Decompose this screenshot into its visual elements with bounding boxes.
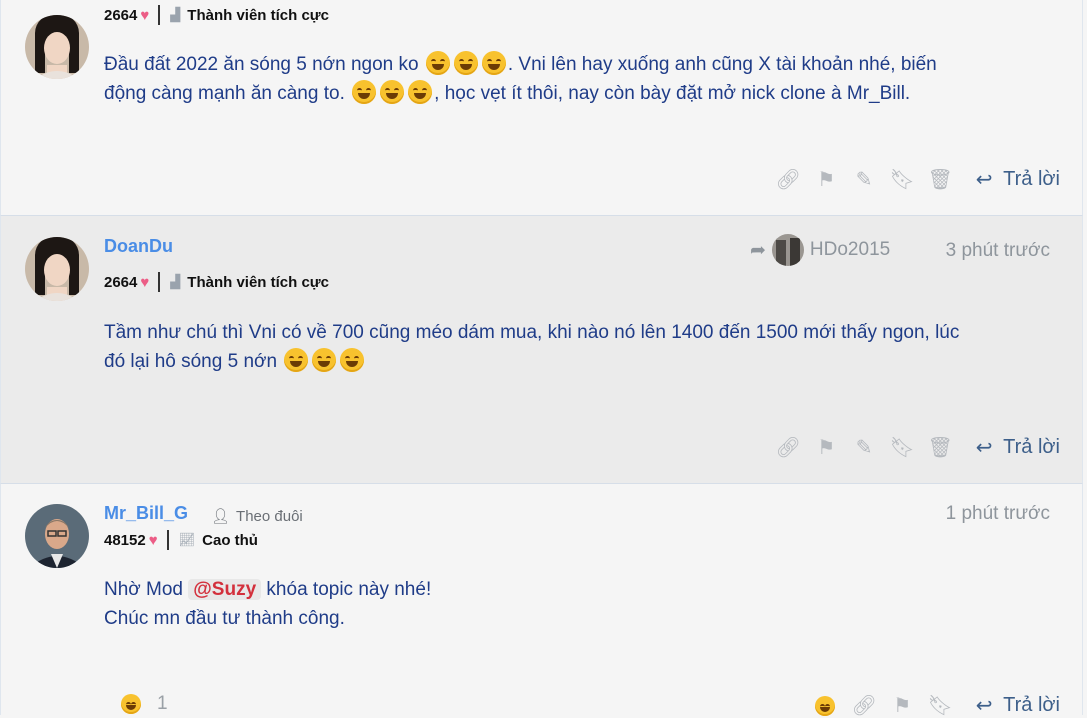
divider (158, 5, 161, 25)
bookmark-icon[interactable]: 🔖︎ (889, 169, 914, 191)
username[interactable]: Mr_Bill_G (104, 503, 188, 524)
react-button[interactable] (815, 695, 836, 716)
emoji-icon (425, 51, 450, 75)
reaction-score: 2664 (104, 6, 138, 24)
emoji-icon (481, 51, 506, 75)
avatar[interactable] (25, 504, 89, 568)
reply-button[interactable]: ↩ Trả lời (973, 168, 1060, 191)
emoji-icon (284, 348, 309, 372)
content-text: . Vni lên hay xuống anh cũng X tài khoản… (507, 54, 937, 75)
post-actions: 🔗︎ ⚑ ✎ 🔖︎ 🗑︎ ↩ Trả lời (775, 168, 1060, 191)
heart-icon: ♥ (140, 273, 150, 291)
pencil-icon[interactable]: ✎ (853, 169, 875, 191)
trash-icon[interactable]: 🗑︎ (927, 169, 952, 191)
mention-link[interactable]: @Suzy (188, 579, 262, 600)
rank-icon: 📈︎ (178, 532, 196, 547)
heart-icon: ♥ (140, 6, 150, 24)
user-rank: Cao thủ (202, 531, 258, 549)
reply-icon: ↩ (975, 695, 993, 717)
avatar (771, 234, 804, 266)
follow-label: Theo đuôi (236, 507, 303, 525)
avatar[interactable] (25, 15, 89, 79)
follow-icon: 👤︎ (211, 508, 231, 525)
shared-by[interactable]: ➦ HDo2015 (750, 234, 890, 266)
divider (158, 272, 161, 292)
link-icon[interactable]: 🔗︎ (775, 437, 800, 459)
heart-icon: ♥ (148, 531, 158, 549)
content-text: Tầm như chú thì Vni có về 700 cũng méo d… (104, 322, 960, 343)
user-meta: 48152 ♥ 📈︎ Cao thủ (104, 530, 258, 550)
post-content: Đầu đất 2022 ăn sóng 5 nớn ngon ko . Vni… (104, 50, 1054, 108)
content-text: Nhờ Mod (104, 579, 189, 600)
post-time[interactable]: 1 phút trước (946, 503, 1050, 525)
link-icon[interactable]: 🔗︎ (775, 169, 800, 191)
link-icon[interactable]: 🔗︎ (851, 695, 876, 717)
post-actions: 🔗︎ ⚑ ✎ 🔖︎ 🗑︎ ↩ Trả lời (775, 436, 1060, 459)
emoji-icon (340, 348, 365, 372)
shared-by-name: HDo2015 (809, 239, 891, 260)
reaction-summary[interactable]: 1 (119, 693, 168, 715)
reply-label: Trả lời (1003, 168, 1060, 190)
post: Mr_Bill_G 👤︎ Theo đuôi 1 phút trước 4815… (0, 484, 1083, 717)
rank-icon: ▟ (170, 7, 181, 22)
trash-icon[interactable]: 🗑︎ (927, 437, 952, 459)
username[interactable]: DoanDu (104, 236, 173, 257)
reply-button[interactable]: ↩ Trả lời (973, 436, 1060, 459)
content-text: khóa topic này nhé! (261, 579, 432, 600)
content-text: đó lại hô sóng 5 nớn (104, 351, 283, 372)
user-meta: 2664 ♥ ▟ Thành viên tích cực (104, 272, 329, 292)
avatar[interactable] (25, 237, 89, 301)
pencil-icon[interactable]: ✎ (853, 437, 875, 459)
share-icon: ➦ (750, 239, 766, 261)
follow-button[interactable]: 👤︎ Theo đuôi (211, 507, 303, 526)
reply-icon: ↩ (975, 169, 993, 191)
reply-icon: ↩ (975, 437, 993, 459)
rank-icon: ▟ (170, 274, 181, 289)
user-rank: Thành viên tích cực (187, 273, 330, 291)
post: 2664 ♥ ▟ Thành viên tích cực Đầu đất 202… (0, 0, 1083, 216)
emoji-icon (380, 80, 405, 104)
emoji-icon (453, 51, 478, 75)
flag-icon[interactable]: ⚑ (815, 437, 837, 459)
reply-button[interactable]: ↩ Trả lời (973, 694, 1060, 717)
divider (166, 530, 169, 550)
flag-icon[interactable]: ⚑ (815, 169, 837, 191)
emoji-icon (121, 694, 141, 714)
post-content: Nhờ Mod @Suzy khóa topic này nhé! Chúc m… (104, 575, 1054, 633)
reaction-count: 1 (157, 693, 168, 714)
content-text: Chúc mn đầu tư thành công. (104, 608, 345, 629)
post-actions: 🔗︎ ⚑ 🔖︎ ↩ Trả lời (813, 694, 1060, 717)
content-text: , học vẹt ít thôi, nay còn bày đặt mở ni… (434, 83, 911, 104)
reaction-score: 48152 (104, 531, 146, 549)
post: DoanDu ➦ HDo2015 3 phút trước 2664 ♥ ▟ T… (0, 216, 1083, 484)
bookmark-icon[interactable]: 🔖︎ (889, 437, 914, 459)
emoji-icon (408, 80, 433, 104)
bookmark-icon[interactable]: 🔖︎ (927, 695, 952, 717)
reply-label: Trả lời (1003, 436, 1060, 458)
post-time[interactable]: 3 phút trước (946, 240, 1050, 262)
emoji-icon (312, 348, 337, 372)
content-text: động càng mạnh ăn càng to. (104, 83, 351, 104)
post-content: Tầm như chú thì Vni có về 700 cũng méo d… (104, 318, 1054, 376)
reply-label: Trả lời (1003, 694, 1060, 716)
user-meta: 2664 ♥ ▟ Thành viên tích cực (104, 5, 329, 25)
flag-icon[interactable]: ⚑ (891, 695, 913, 717)
reaction-score: 2664 (104, 273, 138, 291)
user-rank: Thành viên tích cực (187, 6, 330, 24)
emoji-icon (352, 80, 377, 104)
content-text: Đầu đất 2022 ăn sóng 5 nớn ngon ko (104, 54, 424, 75)
